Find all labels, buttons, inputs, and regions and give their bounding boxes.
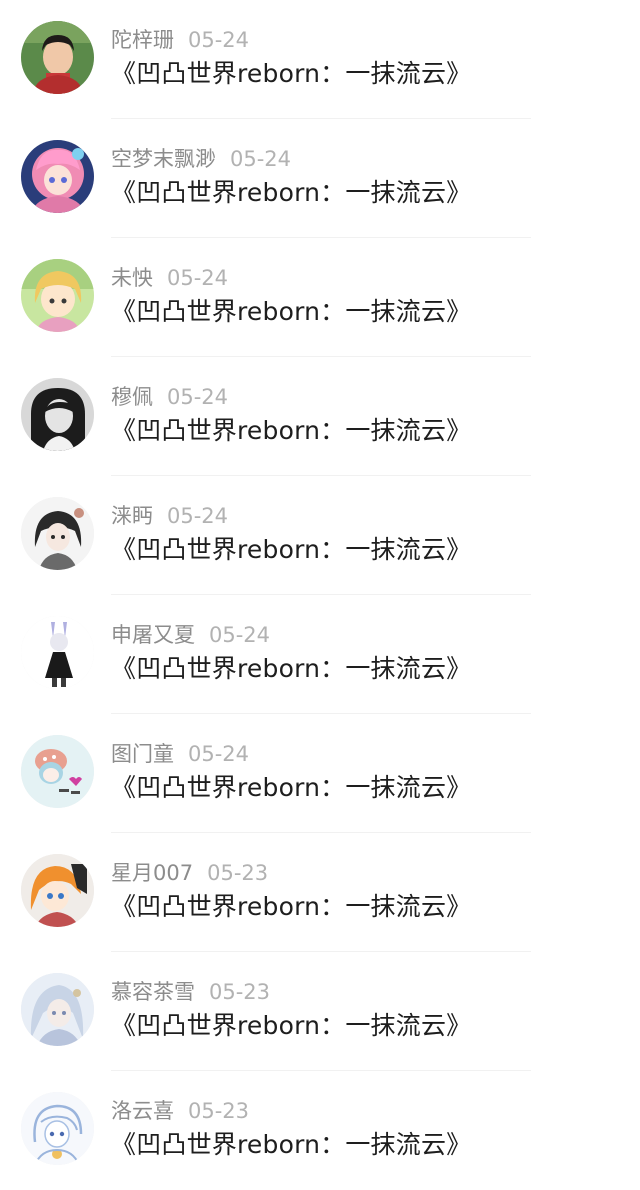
comment-text[interactable]: 《凹凸世界reborn：一抹流云》 <box>111 296 471 328</box>
list-item[interactable]: 陀梓珊 05-24 《凹凸世界reborn：一抹流云》 <box>0 0 640 119</box>
comment-text[interactable]: 《凹凸世界reborn：一抹流云》 <box>111 534 471 566</box>
comment-text[interactable]: 《凹凸世界reborn：一抹流云》 <box>111 1129 471 1161</box>
avatar-dark-hair-anime-icon <box>21 497 94 570</box>
avatar[interactable] <box>21 21 94 94</box>
comment-meta: 空梦末飘渺 05-24 <box>111 146 291 172</box>
comment-text[interactable]: 《凹凸世界reborn：一抹流云》 <box>111 653 471 685</box>
comment-date: 05-23 <box>188 1099 250 1123</box>
list-item[interactable]: 穆佩 05-24 《凹凸世界reborn：一抹流云》 <box>0 357 640 476</box>
avatar-boy-photo-icon <box>21 21 94 94</box>
list-item[interactable]: 图门童 05-24 《凹凸世界reborn：一抹流云》 <box>0 714 640 833</box>
comment-text[interactable]: 《凹凸世界reborn：一抹流云》 <box>111 891 471 923</box>
list-item[interactable]: 慕容茶雪 05-23 《凹凸世界reborn：一抹流云》 <box>0 952 640 1071</box>
comment-date: 05-24 <box>209 623 271 647</box>
comment-text[interactable]: 《凹凸世界reborn：一抹流云》 <box>111 1010 471 1042</box>
comment-date: 05-24 <box>167 385 229 409</box>
avatar-chibi-blue-icon <box>21 735 94 808</box>
comment-meta: 星月007 05-23 <box>111 860 268 886</box>
list-item[interactable]: 洛云喜 05-23 《凹凸世界reborn：一抹流云》 <box>0 1071 640 1190</box>
comment-meta: 陀梓珊 05-24 <box>111 27 249 53</box>
avatar-silver-anime-icon <box>21 973 94 1046</box>
comment-date: 05-23 <box>209 980 271 1004</box>
username[interactable]: 慕容茶雪 <box>111 980 195 1004</box>
avatar-chibi-dress-icon <box>21 616 94 689</box>
comment-meta: 涞眄 05-24 <box>111 503 228 529</box>
avatar[interactable] <box>21 973 94 1046</box>
avatar-orange-hair-anime-icon <box>21 854 94 927</box>
avatar-sketch-blue-icon <box>21 1092 94 1165</box>
username[interactable]: 申屠又夏 <box>111 623 195 647</box>
avatar[interactable] <box>21 259 94 332</box>
username[interactable]: 未怏 <box>111 266 153 290</box>
avatar[interactable] <box>21 735 94 808</box>
username[interactable]: 涞眄 <box>111 504 153 528</box>
comment-text[interactable]: 《凹凸世界reborn：一抹流云》 <box>111 58 471 90</box>
avatar-bw-girl-photo-icon <box>21 378 94 451</box>
comment-date: 05-24 <box>188 28 250 52</box>
avatar[interactable] <box>21 378 94 451</box>
comment-date: 05-23 <box>207 861 269 885</box>
username[interactable]: 陀梓珊 <box>111 28 174 52</box>
avatar-pink-hair-anime-icon <box>21 140 94 213</box>
avatar[interactable] <box>21 854 94 927</box>
comment-text[interactable]: 《凹凸世界reborn：一抹流云》 <box>111 772 471 804</box>
comment-date: 05-24 <box>167 266 229 290</box>
list-item[interactable]: 未怏 05-24 《凹凸世界reborn：一抹流云》 <box>0 238 640 357</box>
avatar[interactable] <box>21 616 94 689</box>
avatar-blonde-anime-icon <box>21 259 94 332</box>
avatar[interactable] <box>21 140 94 213</box>
comment-meta: 申屠又夏 05-24 <box>111 622 270 648</box>
comment-meta: 穆佩 05-24 <box>111 384 228 410</box>
list-item[interactable]: 空梦末飘渺 05-24 《凹凸世界reborn：一抹流云》 <box>0 119 640 238</box>
list-item[interactable]: 星月007 05-23 《凹凸世界reborn：一抹流云》 <box>0 833 640 952</box>
comment-meta: 洛云喜 05-23 <box>111 1098 249 1124</box>
username[interactable]: 图门童 <box>111 742 174 766</box>
comment-text[interactable]: 《凹凸世界reborn：一抹流云》 <box>111 415 471 447</box>
username[interactable]: 星月007 <box>111 861 193 885</box>
username[interactable]: 空梦末飘渺 <box>111 147 216 171</box>
comment-date: 05-24 <box>230 147 292 171</box>
list-item[interactable]: 涞眄 05-24 《凹凸世界reborn：一抹流云》 <box>0 476 640 595</box>
comment-date: 05-24 <box>188 742 250 766</box>
comment-meta: 图门童 05-24 <box>111 741 249 767</box>
avatar[interactable] <box>21 1092 94 1165</box>
comment-text[interactable]: 《凹凸世界reborn：一抹流云》 <box>111 177 471 209</box>
list-item[interactable]: 申屠又夏 05-24 《凹凸世界reborn：一抹流云》 <box>0 595 640 714</box>
comment-meta: 慕容茶雪 05-23 <box>111 979 270 1005</box>
comment-date: 05-24 <box>167 504 229 528</box>
comment-list: 陀梓珊 05-24 《凹凸世界reborn：一抹流云》 空梦末飘渺 05-24 《凹… <box>0 0 640 1180</box>
username[interactable]: 洛云喜 <box>111 1099 174 1123</box>
avatar[interactable] <box>21 497 94 570</box>
username[interactable]: 穆佩 <box>111 385 153 409</box>
comment-meta: 未怏 05-24 <box>111 265 228 291</box>
